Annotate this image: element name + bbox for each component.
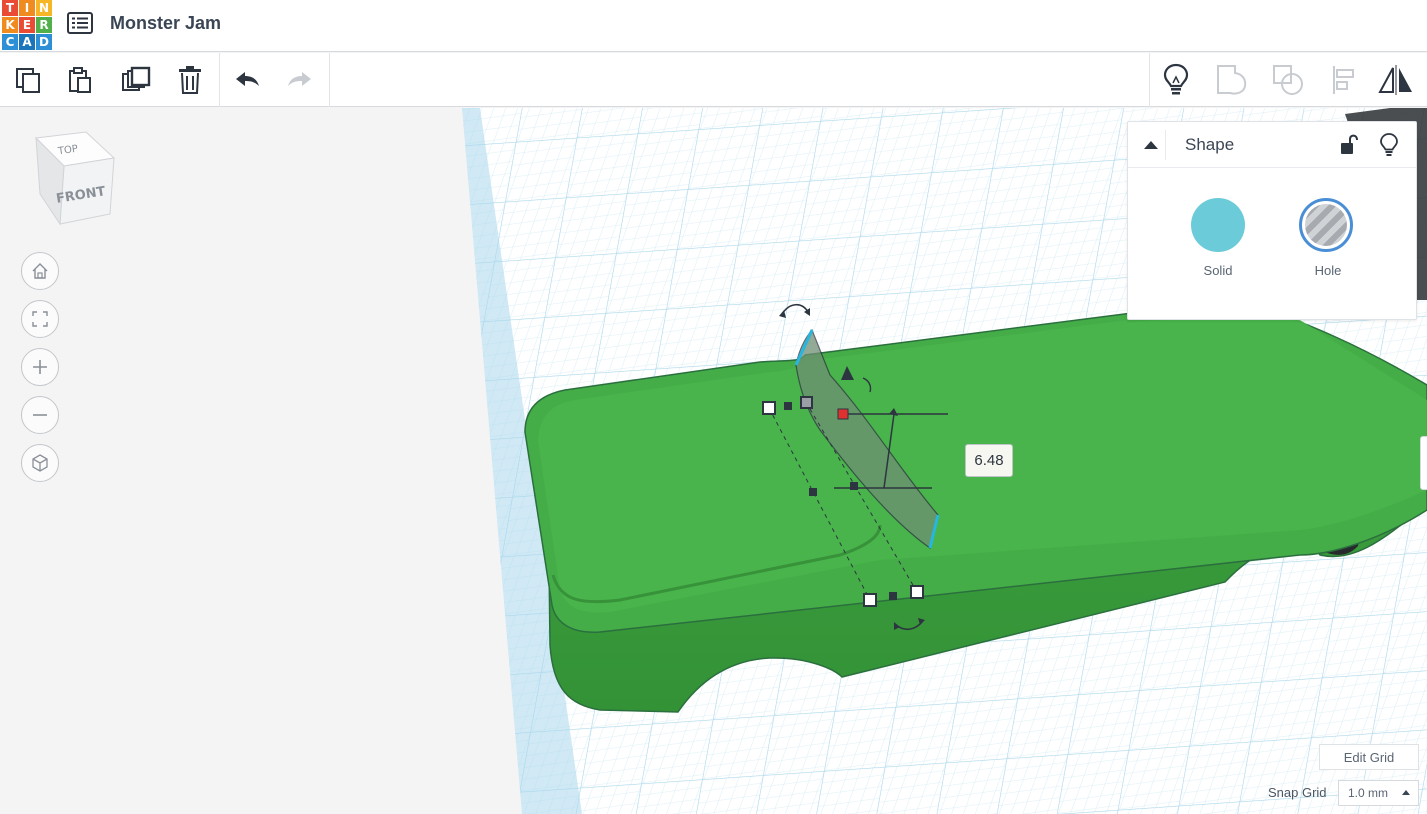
redo-icon xyxy=(288,72,311,86)
zoom-out-button[interactable] xyxy=(21,396,59,434)
align-icon xyxy=(1333,66,1354,94)
solid-label: Solid xyxy=(1203,263,1233,278)
toolbar-divider xyxy=(219,53,220,107)
logo-tile: K xyxy=(2,17,18,33)
snap-grid-value: 1.0 mm xyxy=(1348,786,1389,800)
paste-button[interactable] xyxy=(62,62,98,98)
perspective-button[interactable] xyxy=(21,444,59,482)
design-list-button[interactable] xyxy=(66,11,94,35)
group-icon xyxy=(1217,65,1247,95)
side-panel-tab[interactable] xyxy=(1420,436,1427,490)
fit-view-icon xyxy=(32,311,48,327)
logo-tile: R xyxy=(36,17,52,33)
notes-button[interactable] xyxy=(1158,62,1194,98)
delete-button[interactable] xyxy=(172,62,208,98)
tinkercad-logo[interactable]: TIN KER CAD xyxy=(2,0,52,50)
solid-swatch[interactable] xyxy=(1191,198,1245,252)
copy-button[interactable] xyxy=(10,62,46,98)
lightbulb-icon xyxy=(1163,63,1189,95)
logo-tile: C xyxy=(2,34,18,50)
logo-tile: A xyxy=(19,34,35,50)
perspective-icon xyxy=(32,454,48,472)
design-title[interactable]: Monster Jam xyxy=(110,13,221,34)
lock-button[interactable] xyxy=(1334,130,1364,160)
caret-up-icon xyxy=(1402,790,1410,795)
height-dimension-input[interactable]: 6.48 xyxy=(965,444,1013,477)
view-cube[interactable]: TOP FRONT xyxy=(30,128,120,228)
home-view-button[interactable] xyxy=(21,252,59,290)
redo-button[interactable] xyxy=(282,62,318,98)
app-header: TIN KER CAD Monster Jam xyxy=(0,0,1427,52)
home-icon xyxy=(32,263,48,279)
delete-icon xyxy=(179,66,201,94)
triangle-up-icon xyxy=(1143,141,1158,149)
logo-tile: I xyxy=(19,0,35,16)
undo-icon xyxy=(236,72,259,86)
mirror-button[interactable] xyxy=(1378,62,1414,98)
zoom-in-icon xyxy=(33,360,47,374)
edit-grid-button[interactable]: Edit Grid xyxy=(1319,744,1419,770)
toolbar-divider xyxy=(329,53,330,107)
duplicate-button[interactable] xyxy=(118,62,154,98)
mirror-icon xyxy=(1378,65,1412,95)
hide-shape-button[interactable] xyxy=(1374,130,1404,160)
undo-button[interactable] xyxy=(229,62,265,98)
ungroup-icon xyxy=(1273,65,1303,95)
logo-tile: E xyxy=(19,17,35,33)
unlock-icon xyxy=(1341,134,1358,154)
shape-panel-header: Shape xyxy=(1128,122,1416,168)
fit-view-button[interactable] xyxy=(21,300,59,338)
duplicate-icon xyxy=(122,66,151,91)
ungroup-button[interactable] xyxy=(1270,62,1306,98)
logo-tile: D xyxy=(36,34,52,50)
toolbar-divider xyxy=(1149,53,1150,107)
hole-label: Hole xyxy=(1314,263,1342,278)
zoom-out-icon xyxy=(33,414,47,416)
lightbulb-icon xyxy=(1380,133,1398,156)
logo-tile: T xyxy=(2,0,18,16)
zoom-in-button[interactable] xyxy=(21,348,59,386)
copy-icon xyxy=(16,68,40,93)
shape-inspector-panel: Shape Solid Hole xyxy=(1127,121,1417,320)
snap-grid-select[interactable]: 1.0 mm xyxy=(1338,780,1419,806)
paste-icon xyxy=(69,67,91,93)
hole-swatch[interactable] xyxy=(1299,198,1353,252)
edit-toolbar xyxy=(0,53,1427,107)
snap-grid-label: Snap Grid xyxy=(1268,785,1327,800)
list-icon xyxy=(67,12,93,34)
shape-panel-title: Shape xyxy=(1185,135,1235,154)
collapse-panel-button[interactable] xyxy=(1136,130,1166,160)
group-button[interactable] xyxy=(1214,62,1250,98)
logo-tile: N xyxy=(36,0,52,16)
align-button[interactable] xyxy=(1325,62,1361,98)
